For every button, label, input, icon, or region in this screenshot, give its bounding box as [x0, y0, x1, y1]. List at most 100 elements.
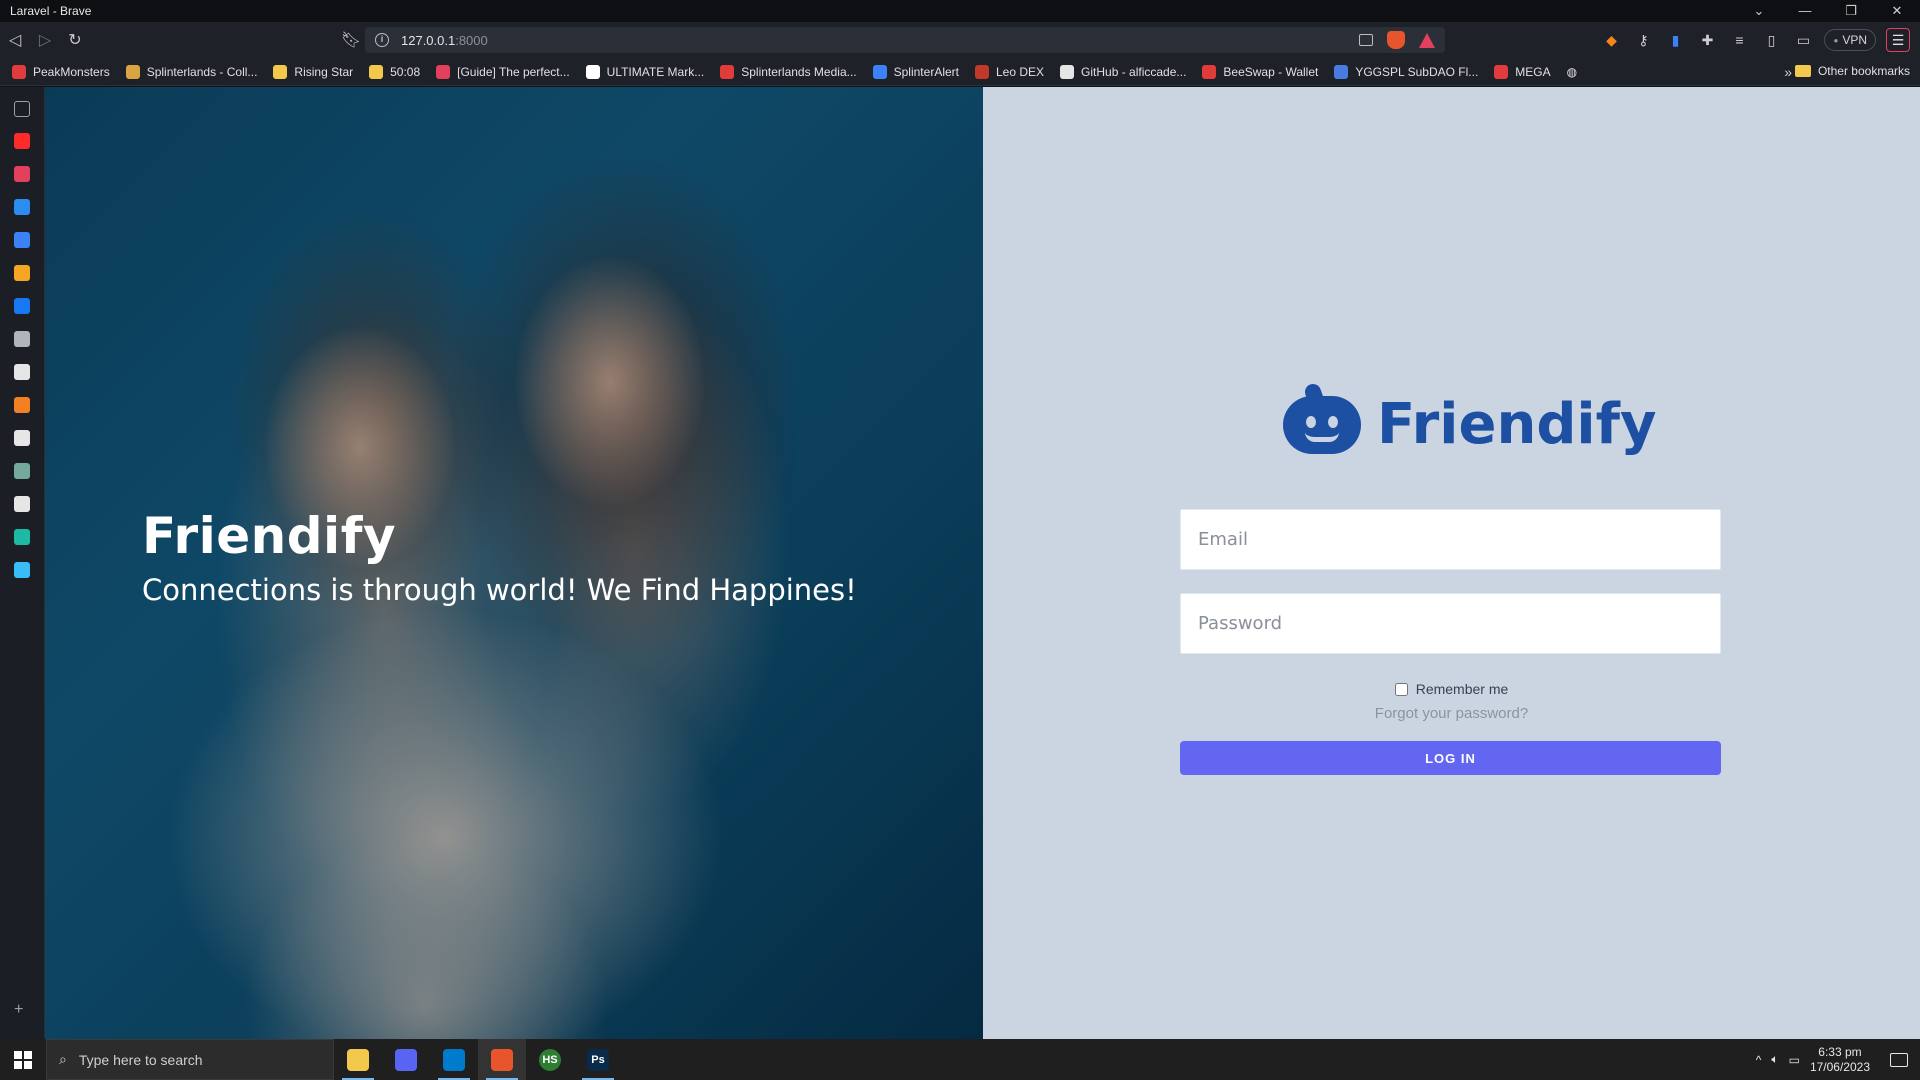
photoshop-icon: Ps	[587, 1048, 609, 1071]
leaf-icon[interactable]	[14, 529, 30, 545]
target-icon[interactable]	[14, 166, 30, 182]
hs-app-icon: HS	[539, 1048, 561, 1071]
speaker-icon[interactable]	[14, 364, 30, 380]
bookmark-favicon-icon	[1494, 64, 1509, 79]
vscode-icon	[443, 1048, 465, 1071]
bookmark-item[interactable]: [Guide] The perfect...	[436, 64, 570, 79]
volume-icon[interactable]: 🔈︎	[1771, 1052, 1778, 1067]
sidebar-panel-icon[interactable]: ▯	[1760, 29, 1782, 51]
email-field[interactable]	[1180, 509, 1721, 570]
tab-search-icon[interactable]: ⌄	[1736, 0, 1782, 22]
extensions-puzzle-icon[interactable]: ✚	[1696, 29, 1718, 51]
hero-photo-panel: Friendify Connections is through world! …	[45, 87, 983, 1039]
remember-me[interactable]: Remember me	[983, 681, 1920, 697]
add-sidebar-item-icon[interactable]: +	[14, 1001, 23, 1019]
brand-name: Friendify	[1377, 392, 1657, 457]
forward-icon[interactable]: ▷	[30, 25, 60, 55]
bookmark-item[interactable]: Splinterlands - Coll...	[125, 64, 257, 79]
windows-taskbar: ⌕ Type here to search HS Ps ^ 🔈︎ ▭ 6:33 p…	[0, 1039, 1920, 1080]
restore-button[interactable]: ❐	[1828, 0, 1874, 22]
facebook-icon[interactable]	[14, 298, 30, 314]
bookmark-label: MEGA	[1515, 64, 1551, 79]
network-icon[interactable]: ▭	[1789, 1053, 1800, 1067]
bookmark-item[interactable]: 50:08	[369, 64, 420, 79]
window-titlebar: Laravel - Brave ⌄ — ❐ ✕	[0, 0, 1920, 22]
key-extension-icon[interactable]: ⚷	[1632, 29, 1654, 51]
tray-overflow-icon[interactable]: ^	[1756, 1053, 1762, 1067]
hero-photo-face-right	[515, 257, 705, 507]
bookmark-favicon-icon	[872, 64, 887, 79]
minimize-button[interactable]: —	[1782, 0, 1828, 22]
file-explorer-icon	[347, 1048, 369, 1071]
bookmark-item[interactable]: Leo DEX	[975, 64, 1044, 79]
menu-icon[interactable]: ☰	[1886, 28, 1910, 52]
tailwind-icon[interactable]	[14, 562, 30, 578]
bookmarks-overflow-icon[interactable]: »	[1784, 64, 1792, 80]
bookmark-item[interactable]: MEGA	[1494, 64, 1551, 79]
hd-icon[interactable]	[14, 265, 30, 281]
notes-icon[interactable]	[14, 496, 30, 512]
chatgpt-icon[interactable]	[14, 463, 30, 479]
z-app-icon[interactable]	[14, 199, 30, 215]
other-bookmarks[interactable]: Other bookmarks	[1794, 64, 1910, 78]
taskbar-app[interactable]: Ps	[574, 1039, 622, 1080]
login-button[interactable]: LOG IN	[1180, 741, 1721, 775]
bookmark-label: Rising Star	[294, 64, 354, 79]
bookmark-favicon-icon	[1334, 64, 1349, 79]
back-icon[interactable]: ◁	[0, 25, 30, 55]
bookmark-item[interactable]: YGGSPL SubDAO Fl...	[1334, 64, 1478, 79]
hero-subtitle: Connections is through world! We Find Ha…	[142, 573, 857, 607]
clock-date: 17/06/2023	[1809, 1059, 1870, 1074]
github-icon[interactable]	[14, 430, 30, 446]
bookmark-favicon-icon	[1060, 64, 1075, 79]
bitwarden-icon[interactable]: ▮	[1664, 29, 1686, 51]
address-bar[interactable]: i 127.0.0.1:8000	[365, 27, 1445, 53]
site-info-icon[interactable]: i	[375, 33, 389, 47]
sidebar-toggle-icon[interactable]	[14, 101, 30, 117]
close-button[interactable]: ✕	[1874, 0, 1920, 22]
vpn-button[interactable]: VPN	[1824, 29, 1876, 51]
windows-logo-icon	[14, 1050, 32, 1069]
bookmark-item[interactable]: SplinterAlert	[872, 64, 959, 79]
hero-photo-shirt	[165, 607, 725, 1039]
stackoverflow-icon[interactable]	[14, 397, 30, 413]
bookmark-label: SplinterAlert	[893, 64, 959, 79]
bookmark-item[interactable]: Rising Star	[273, 64, 354, 79]
reload-icon[interactable]: ↻	[60, 25, 90, 55]
brave-shields-icon[interactable]	[1387, 31, 1405, 49]
start-button[interactable]	[0, 1039, 46, 1080]
forgot-password-link[interactable]: Forgot your password?	[983, 705, 1920, 722]
bookmark-label: BeeSwap - Wallet	[1223, 64, 1319, 79]
extensions-area: ◆ ⚷ ▮ ✚ ≡ ▯ ▭ VPN ☰	[1600, 22, 1920, 58]
system-tray: ^ 🔈︎ ▭ 6:33 pm 17/06/2023	[1756, 1039, 1920, 1080]
taskbar-app[interactable]	[478, 1039, 526, 1080]
taskbar-clock[interactable]: 6:33 pm 17/06/2023	[1810, 1045, 1870, 1075]
bookmark-item[interactable]: BeeSwap - Wallet	[1202, 64, 1319, 79]
discord-icon	[395, 1048, 417, 1071]
metamask-icon[interactable]: ◆	[1600, 29, 1622, 51]
taskbar-app[interactable]	[334, 1039, 382, 1080]
youtube-icon[interactable]	[14, 133, 30, 149]
bookmark-item[interactable]: PeakMonsters	[12, 64, 110, 79]
remember-me-checkbox[interactable]	[1394, 682, 1408, 696]
globe-icon[interactable]	[14, 331, 30, 347]
brave-rewards-icon[interactable]	[1419, 32, 1435, 48]
playlist-icon[interactable]: ≡	[1728, 29, 1750, 51]
flag-icon[interactable]	[14, 232, 30, 248]
bookmark-globe-icon[interactable]: ◍	[1567, 65, 1577, 79]
taskbar-app[interactable]	[430, 1039, 478, 1080]
taskbar-app[interactable]	[382, 1039, 430, 1080]
password-field[interactable]	[1180, 593, 1721, 654]
notification-icon[interactable]	[1890, 1052, 1908, 1067]
bookmark-item[interactable]: GitHub - alficcade...	[1060, 64, 1186, 79]
bookmark-item[interactable]: Splinterlands Media...	[720, 64, 857, 79]
share-icon[interactable]	[1359, 34, 1373, 46]
bookmark-page-icon[interactable]: 🔖︎	[336, 25, 366, 55]
bookmark-item[interactable]: ULTIMATE Mark...	[585, 64, 704, 79]
taskbar-search[interactable]: ⌕ Type here to search	[46, 1039, 334, 1080]
bookmark-label: Splinterlands Media...	[741, 64, 857, 79]
bookmark-favicon-icon	[585, 64, 600, 79]
wallet-icon[interactable]: ▭	[1792, 29, 1814, 51]
taskbar-app[interactable]: HS	[526, 1039, 574, 1080]
bookmark-favicon-icon	[436, 64, 451, 79]
